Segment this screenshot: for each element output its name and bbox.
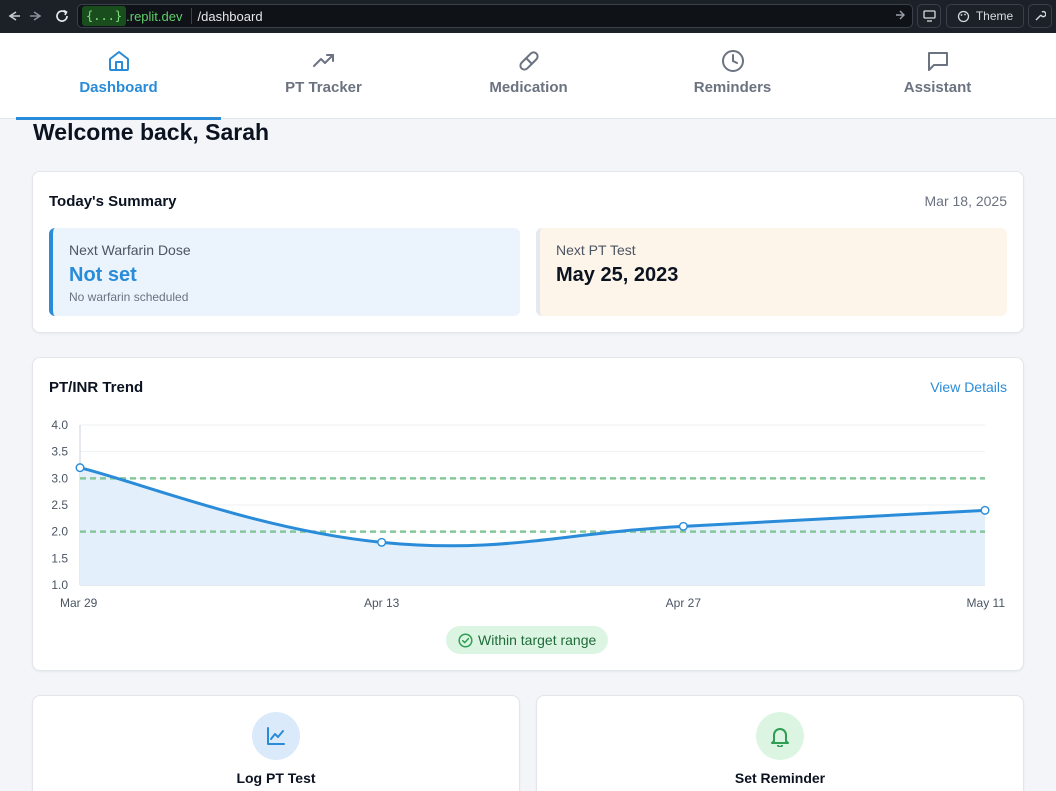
message-icon xyxy=(927,52,948,71)
palette-icon xyxy=(957,10,969,22)
y-tick-label: 2.0 xyxy=(51,525,68,539)
wrench-icon xyxy=(1035,10,1046,21)
tab-label: Medication xyxy=(489,79,568,96)
y-tick-label: 4.0 xyxy=(51,418,68,432)
summary-date: Mar 18, 2025 xyxy=(924,193,1008,209)
data-point xyxy=(678,521,688,531)
next-dose-value: Not set xyxy=(69,264,137,286)
url-path: /dashboard xyxy=(197,8,263,24)
summary-title: Today's Summary xyxy=(49,193,177,210)
y-tick-label: 2.5 xyxy=(51,498,68,512)
x-tick-label: May 11 xyxy=(967,596,1006,610)
x-tick-label: Mar 29 xyxy=(60,596,98,610)
forward-icon[interactable] xyxy=(24,4,48,28)
go-arrow-icon[interactable] xyxy=(894,8,906,27)
y-tick-label: 1.5 xyxy=(51,551,68,565)
data-point xyxy=(377,537,387,547)
x-tick-label: Apr 13 xyxy=(364,596,400,610)
log-pt-test-label: Log PT Test xyxy=(236,770,316,786)
url-divider xyxy=(190,8,192,24)
tools-button[interactable] xyxy=(1028,4,1052,28)
clock-icon xyxy=(721,50,744,72)
trending-up-icon xyxy=(312,54,334,67)
tab-reminders[interactable]: Reminders xyxy=(630,33,835,119)
set-reminder-card[interactable]: Set Reminder xyxy=(536,695,1024,791)
tab-label: Reminders xyxy=(693,79,772,96)
y-tick-label: 3.5 xyxy=(51,445,68,459)
tab-assistant[interactable]: Assistant xyxy=(835,33,1040,119)
next-test-panel: Next PT Test May 25, 2023 xyxy=(536,228,1007,316)
next-dose-label: Next Warfarin Dose xyxy=(69,242,191,258)
bell-icon xyxy=(756,712,804,760)
set-reminder-label: Set Reminder xyxy=(734,770,826,786)
back-icon[interactable] xyxy=(2,4,26,28)
tab-label: Dashboard xyxy=(79,79,158,96)
tab-dashboard[interactable]: Dashboard xyxy=(16,33,221,120)
view-details-link[interactable]: View Details xyxy=(930,379,1007,395)
trend-card: PT/INR Trend View Details 1.0 1.5 2.0 2.5 3.… xyxy=(32,357,1024,671)
tab-pt-tracker[interactable]: PT Tracker xyxy=(221,33,426,119)
theme-button[interactable]: Theme xyxy=(946,4,1024,28)
next-test-value: May 25, 2023 xyxy=(556,264,679,286)
browser-toolbar: {...} .replit.dev /dashboard Theme xyxy=(0,0,1056,33)
next-dose-panel: Next Warfarin Dose Not set No warfarin s… xyxy=(49,228,520,316)
pill-icon xyxy=(518,51,539,71)
host-badge: {...} xyxy=(82,6,127,26)
address-bar[interactable]: {...} .replit.dev /dashboard xyxy=(77,4,913,28)
devices-button[interactable] xyxy=(917,4,941,28)
check-circle-icon xyxy=(458,632,473,648)
tab-medication[interactable]: Medication xyxy=(426,33,631,119)
app-nav: Dashboard PT Tracker Medication Reminder… xyxy=(0,33,1056,120)
welcome-heading: Welcome back, Sarah xyxy=(33,119,270,145)
data-point xyxy=(75,463,85,473)
summary-card: Today's Summary Mar 18, 2025 Next Warfar… xyxy=(32,171,1024,333)
y-tick-label: 1.0 xyxy=(51,578,68,592)
trend-title: PT/INR Trend xyxy=(49,379,144,396)
status-text: Within target range xyxy=(478,632,597,648)
x-tick-label: Apr 27 xyxy=(666,596,702,610)
next-dose-note: No warfarin scheduled xyxy=(69,290,189,304)
tab-label: Assistant xyxy=(903,79,972,96)
data-point xyxy=(980,505,990,515)
next-test-label: Next PT Test xyxy=(556,242,636,258)
url-domain: .replit.dev xyxy=(126,8,183,24)
theme-label: Theme xyxy=(975,9,1014,23)
area-fill xyxy=(80,467,985,585)
reload-icon[interactable] xyxy=(50,4,74,28)
y-tick-label: 3.0 xyxy=(51,471,68,485)
log-pt-test-card[interactable]: Log PT Test xyxy=(32,695,520,791)
home-icon xyxy=(108,51,129,71)
status-badge: Within target range xyxy=(446,626,609,654)
chart-icon xyxy=(252,712,300,760)
tab-label: PT Tracker xyxy=(285,79,362,96)
